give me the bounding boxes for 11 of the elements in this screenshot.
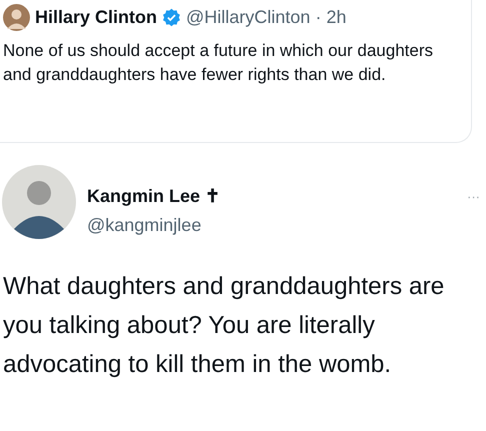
author-name[interactable]: Kangmin Lee ✝ bbox=[87, 183, 220, 210]
author-handle[interactable]: @kangminjlee bbox=[87, 212, 220, 239]
author-handle[interactable]: @HillaryClinton bbox=[186, 4, 310, 31]
quoted-tweet-card[interactable]: Hillary Clinton @HillaryClinton · 2h None of us should accept a future in which our daughters and granddaughters have fewer rights than we did. bbox=[0, 0, 472, 143]
timestamp[interactable]: 2h bbox=[326, 4, 346, 31]
author-name[interactable]: Hillary Clinton bbox=[35, 4, 158, 31]
avatar-icon[interactable] bbox=[3, 4, 30, 31]
tweet-text: None of us should accept a future in which our daughters and granddaughters have fewer rights than we did. bbox=[3, 40, 434, 86]
avatar-icon[interactable] bbox=[2, 165, 76, 239]
tweet-text: What daughters and granddaughters are you talking about? You are literally advocating to kill them in the womb. bbox=[2, 272, 446, 380]
separator: · bbox=[315, 6, 322, 29]
